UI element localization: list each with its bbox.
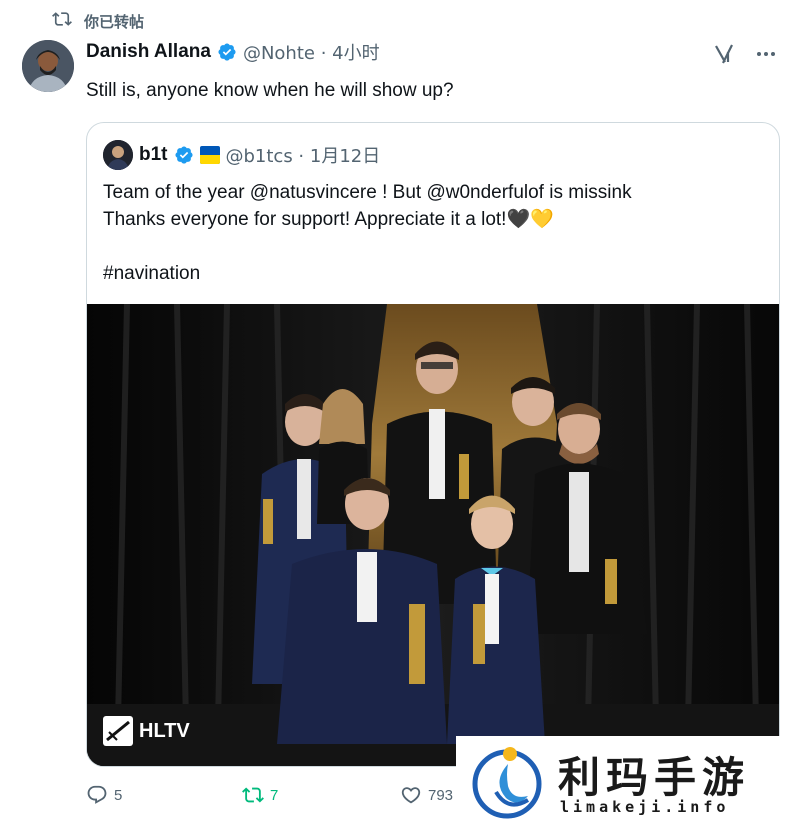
reply-count: 5	[114, 786, 123, 804]
quote-avatar	[103, 140, 133, 170]
repost-label: 你已转帖	[84, 12, 145, 31]
action-bar: 5 7 793	[86, 784, 486, 810]
author-name[interactable]: Danish Allana	[86, 41, 211, 63]
top-actions	[712, 42, 778, 66]
site-logo-icon	[468, 742, 546, 820]
site-watermark: 利玛手游 limakeji.info	[456, 736, 800, 825]
heart-icon	[400, 784, 422, 806]
like-button[interactable]: 793	[400, 784, 453, 806]
verified-badge-icon	[217, 42, 237, 62]
tweet-text: Still is, anyone know when he will show …	[86, 80, 454, 101]
tweet-header: Danish Allana @Nohte · 4小时	[86, 38, 380, 66]
quote-handle-time[interactable]: @b1tcs · 1月12日	[226, 142, 381, 168]
quoted-tweet[interactable]: b1t @b1tcs · 1月12日 Team of the year @nat…	[86, 122, 780, 767]
grok-icon[interactable]	[712, 42, 736, 66]
avatar[interactable]	[22, 40, 74, 92]
repost-indicator: 你已转帖	[52, 10, 144, 32]
repost-icon	[52, 9, 72, 33]
quote-author-name[interactable]: b1t	[139, 144, 168, 166]
author-handle-time[interactable]: @Nohte · 4小时	[243, 39, 380, 65]
quote-header: b1t @b1tcs · 1月12日	[103, 139, 380, 171]
repost-action-icon	[242, 784, 264, 806]
repost-button[interactable]: 7	[242, 784, 278, 806]
repost-count: 7	[270, 786, 279, 804]
quote-text: Team of the year @natusvincere ! But @w0…	[103, 182, 632, 284]
reply-button[interactable]: 5	[86, 784, 122, 806]
like-count: 793	[428, 786, 454, 804]
hltv-label: HLTV	[139, 719, 190, 742]
hltv-logo-icon	[103, 716, 133, 746]
reply-icon	[86, 784, 108, 806]
team-photo[interactable]: HLTV	[87, 303, 779, 766]
hltv-watermark: HLTV	[103, 714, 190, 748]
quote-verified-badge-icon	[174, 145, 194, 165]
affiliate-badge-icon[interactable]	[199, 146, 220, 164]
more-options-icon[interactable]	[754, 42, 778, 66]
site-watermark-title: 利玛手游	[558, 753, 751, 802]
site-watermark-url: limakeji.info	[560, 798, 730, 816]
